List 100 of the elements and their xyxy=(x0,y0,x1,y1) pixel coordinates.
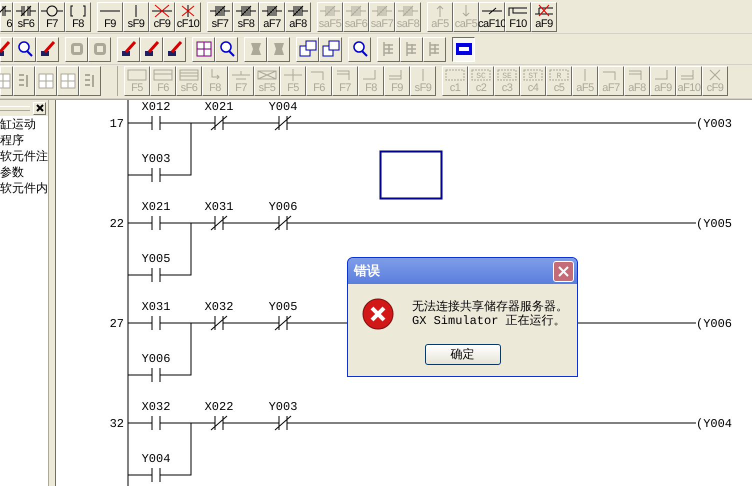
close-button[interactable] xyxy=(33,102,46,114)
close-icon xyxy=(558,266,569,276)
closed-contact-symbol xyxy=(274,116,292,130)
contact-label: X022 xyxy=(204,400,234,414)
closed-contact-symbol xyxy=(210,216,228,230)
contact-icon xyxy=(345,4,367,18)
open-contact-symbol xyxy=(152,168,160,182)
cursor-frame xyxy=(380,150,442,200)
toolbar-button[interactable]: aF7 xyxy=(259,2,285,32)
dialog-title: 错误 xyxy=(354,262,380,280)
toolbar-button[interactable]: aF9 xyxy=(531,2,557,32)
contact-label: Y005 xyxy=(268,300,298,314)
closed-contact-symbol xyxy=(210,116,228,130)
step-number: 22 xyxy=(110,217,124,231)
crossed-line-icon xyxy=(151,4,173,18)
vertical-line-icon xyxy=(583,68,587,82)
box-icon xyxy=(152,68,174,82)
magnifier-icon xyxy=(16,40,34,58)
toolbar-button[interactable] xyxy=(452,36,475,62)
toolbar-button[interactable]: F8 xyxy=(65,2,91,32)
tree-item[interactable]: 程序 xyxy=(0,132,48,148)
tree-item[interactable]: 软元件注 xyxy=(0,148,48,164)
open-contact-symbol xyxy=(152,116,160,130)
toolbar-button[interactable]: cF10 xyxy=(175,2,201,32)
contact-icon xyxy=(371,4,393,18)
magnifier-icon xyxy=(350,40,368,58)
toolbar-button[interactable]: sF7 xyxy=(207,2,233,32)
closed-contact-symbol xyxy=(274,316,292,330)
contact-icon xyxy=(287,4,309,18)
toolbar-button[interactable]: aF8 xyxy=(285,2,311,32)
closed-contact-symbol xyxy=(210,316,228,330)
vertical-line-icon xyxy=(421,68,425,82)
step-number: 17 xyxy=(110,117,124,131)
dashed-box-icon: ST xyxy=(522,68,544,82)
contact-icon xyxy=(235,4,257,18)
tree-item[interactable]: 参数 xyxy=(0,164,48,180)
magnifier-icon xyxy=(218,40,236,58)
contact-icon xyxy=(261,4,283,18)
contact-label: Y004 xyxy=(142,452,170,466)
contact-label: Y005 xyxy=(142,252,170,266)
contact-label: X021 xyxy=(204,100,234,114)
crossed-line-icon xyxy=(533,4,555,18)
contact-label: X031 xyxy=(204,200,234,214)
dialog-message: 无法连接共享储存器服务器。 xyxy=(412,300,568,314)
contact-label: X032 xyxy=(142,400,170,414)
crossed-box-icon xyxy=(256,68,278,82)
ok-button[interactable]: 确定 xyxy=(424,344,500,365)
open-contact-symbol xyxy=(152,368,160,382)
box-icon xyxy=(126,68,148,82)
pencil-icon xyxy=(120,40,138,58)
contact-label: X031 xyxy=(142,300,170,314)
step-number: 27 xyxy=(110,317,124,331)
grid-icon xyxy=(37,72,55,90)
tee-icon xyxy=(230,68,252,82)
coil-label: (Y003 xyxy=(696,117,732,131)
contact-icon xyxy=(15,4,37,18)
closed-contact-symbol xyxy=(210,416,228,430)
screen-icon xyxy=(454,40,472,58)
toolbar-button[interactable]: F7 xyxy=(39,2,65,32)
error-icon xyxy=(362,298,394,330)
dashed-box-icon: SC xyxy=(470,68,492,82)
open-contact-symbol xyxy=(152,316,160,330)
tree-item[interactable]: 缸运动 xyxy=(0,116,48,132)
contact-label: Y004 xyxy=(268,100,298,114)
open-contact-symbol xyxy=(152,468,160,482)
dashed-box-icon: R xyxy=(548,68,570,82)
tree-item[interactable]: 软元件内 xyxy=(0,180,48,196)
pencil-icon xyxy=(38,40,56,58)
box-icon xyxy=(178,68,200,82)
horizontal-line-icon xyxy=(99,8,121,13)
coil-label: (Y004 xyxy=(696,417,732,431)
toolbar-button[interactable]: sF6 xyxy=(13,2,39,32)
toolbar-button[interactable]: cF9 xyxy=(149,2,175,32)
close-icon xyxy=(36,104,44,112)
dialog-message: GX Simulator 正在运行。 xyxy=(412,314,567,328)
contact-label: Y003 xyxy=(268,400,298,414)
toolbar-button[interactable]: sF8 xyxy=(233,2,259,32)
open-contact-symbol xyxy=(152,216,160,230)
toolbar-button[interactable]: F9 xyxy=(97,2,123,32)
cross-line-icon xyxy=(282,68,304,82)
contact-label: Y003 xyxy=(142,152,170,166)
contact-icon xyxy=(319,4,341,18)
toolbar-button[interactable]: 6 xyxy=(0,2,13,32)
dashed-box-icon: SE xyxy=(496,68,518,82)
toolbar-button[interactable]: sF9 xyxy=(123,2,149,32)
vertical-line-icon xyxy=(134,4,138,18)
coil-icon xyxy=(41,4,63,18)
open-contact-symbol xyxy=(152,416,160,430)
closed-contact-symbol xyxy=(274,216,292,230)
grid-icon xyxy=(59,72,77,90)
coil-label: (Y006 xyxy=(696,317,732,331)
pencil-icon xyxy=(142,40,160,58)
toolbar-button[interactable]: F10 xyxy=(505,2,531,32)
contact-label: X021 xyxy=(142,200,170,214)
pencil-icon xyxy=(166,40,184,58)
open-contact-symbol xyxy=(152,268,160,282)
contact-label: Y006 xyxy=(268,200,298,214)
contact-label: Y006 xyxy=(142,352,170,366)
contact-label: X012 xyxy=(142,100,170,114)
coil-label: (Y005 xyxy=(696,217,732,231)
